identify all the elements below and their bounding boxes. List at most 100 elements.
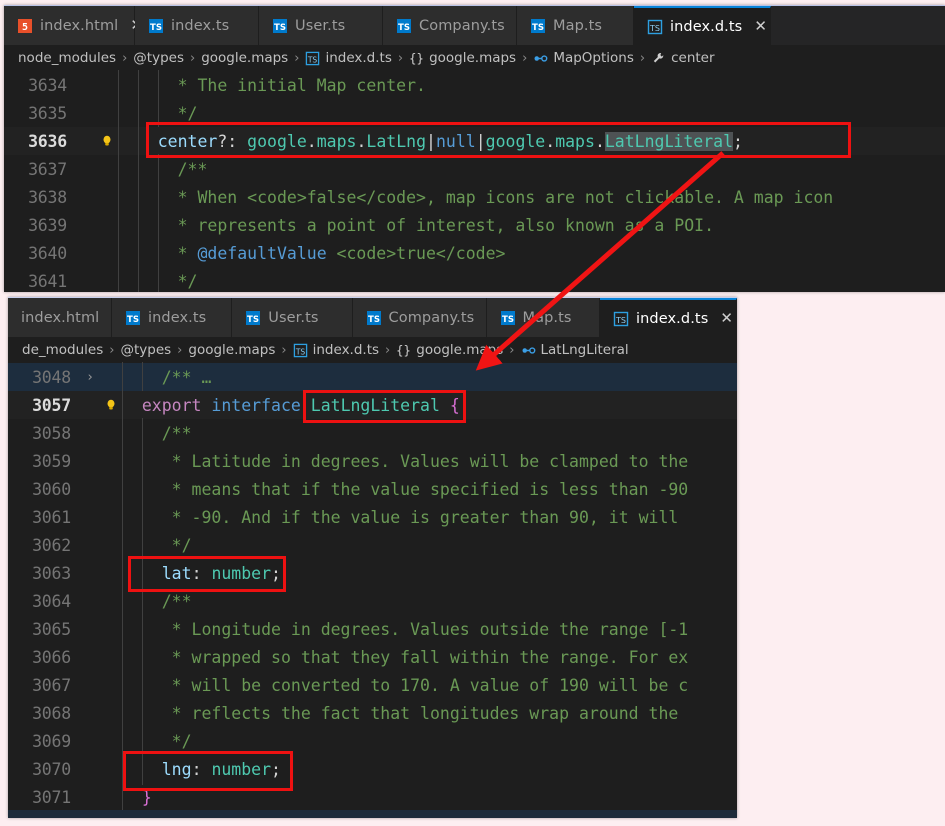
code-line[interactable]: 3639 * represents a point of interest, a… <box>4 209 945 241</box>
code-line[interactable]: 3068 * reflects the fact that longitudes… <box>8 697 737 729</box>
breadcrumb-item-indexdts[interactable]: TS index.d.ts <box>293 342 379 358</box>
breadcrumb-separator: › <box>397 50 404 66</box>
code-token: */ <box>177 103 198 123</box>
breadcrumb-item-googlemaps[interactable]: {} google.maps <box>409 50 516 66</box>
code-line[interactable]: 3060 * means that if the value specified… <box>8 473 737 505</box>
svg-text:TS: TS <box>368 315 380 325</box>
line-number: 3060 <box>32 479 71 499</box>
breadcrumb-item-googlemaps[interactable]: google.maps <box>188 342 275 358</box>
breadcrumb-item-types[interactable]: @types <box>120 342 171 358</box>
indent-guide <box>118 265 119 292</box>
tab-index-ts[interactable]: TS index.ts <box>112 298 233 337</box>
breadcrumb-item-center[interactable]: center <box>651 50 715 66</box>
breadcrumb-item-de_modules[interactable]: de_modules <box>22 342 103 358</box>
breadcrumb-label: google.maps <box>416 342 504 358</box>
code-token: . <box>306 131 317 151</box>
code-line[interactable]: 3065 * Longitude in degrees. Values outs… <box>8 613 737 645</box>
indent-guide <box>118 125 119 157</box>
code-line[interactable]: 3064 /** <box>8 585 737 617</box>
breadcrumb-item-types[interactable]: @types <box>133 50 184 66</box>
svg-text:TS: TS <box>649 24 660 33</box>
code-token: */ <box>177 271 198 291</box>
code-line[interactable]: 3048 › /** … <box>8 361 737 393</box>
code-line[interactable]: 3640 * @defaultValue <code>true</code> <box>4 237 945 269</box>
code-line[interactable]: 3641 */ <box>4 265 945 292</box>
code-token: center <box>157 131 218 151</box>
code-line[interactable]: 3069 */ <box>8 725 737 757</box>
tab-index-html[interactable]: 5index.html✕ <box>4 6 143 45</box>
code-text: export interface LatLngLiteral { <box>122 389 737 421</box>
typescript-file-icon: TS <box>125 310 141 326</box>
typescript-file-icon: TS <box>366 310 382 326</box>
indent-region <box>122 417 162 449</box>
typescript-file-icon: TS <box>530 18 546 34</box>
code-area-top[interactable]: 3634 * The initial Map center. 3635 */363… <box>4 69 945 292</box>
code-line[interactable]: 3063 lat: number; <box>8 557 737 589</box>
code-token: null <box>435 131 476 151</box>
tabbar-top: 5 index.html ✕ TS index.ts TS User.ts TS Company… <box>4 6 945 45</box>
indent-guide <box>122 781 123 813</box>
tab-label: Map.ts <box>522 309 572 326</box>
code-line[interactable]: 3634 * The initial Map center. <box>4 69 945 101</box>
code-line[interactable]: 3635 */ <box>4 97 945 129</box>
code-token: /** <box>161 423 192 443</box>
lightbulb-icon[interactable] <box>96 134 118 148</box>
close-icon[interactable]: ✕ <box>720 311 733 326</box>
code-line[interactable]: 3059 * Latitude in degrees. Values will … <box>8 445 737 477</box>
indent-region <box>118 97 178 129</box>
code-line[interactable]: 3071 } <box>8 781 737 813</box>
indent-guide <box>118 237 119 269</box>
indent-region <box>122 669 162 701</box>
indent-guide <box>141 361 143 393</box>
line-number: 3639 <box>28 215 67 235</box>
breadcrumb-item-node_modules[interactable]: node_modules <box>18 50 116 66</box>
tab-Company-ts[interactable]: TS Company.ts <box>383 6 517 45</box>
tab-User-ts[interactable]: TS User.ts <box>259 6 383 45</box>
breadcrumb-item-MapOptions[interactable]: MapOptions <box>533 50 634 66</box>
svg-text:TS: TS <box>615 316 626 325</box>
indent-guide <box>141 445 143 477</box>
breadcrumb-item-indexdts[interactable]: TS index.d.ts <box>305 50 392 66</box>
svg-text:{}: {} <box>396 343 411 357</box>
code-text: */ <box>118 97 945 129</box>
tab-index-html[interactable]: index.html <box>8 298 112 337</box>
indent-region <box>118 125 158 157</box>
tab-Company-ts[interactable]: TS Company.ts <box>352 298 487 337</box>
tab-index-d-ts[interactable]: TS index.d.ts ✕ <box>600 298 737 337</box>
tab-User-ts[interactable]: TS User.ts <box>232 298 353 337</box>
indent-region <box>118 181 178 213</box>
code-line[interactable]: 3061 * -90. And if the value is greater … <box>8 501 737 533</box>
breadcrumb-item-LatLngLiteral[interactable]: LatLngLiteral <box>521 342 629 358</box>
tab-Map-ts[interactable]: TS Map.ts <box>486 298 601 337</box>
code-line[interactable]: 3058 /** <box>8 417 737 449</box>
code-line[interactable]: 3070 lng: number; <box>8 753 737 785</box>
close-icon[interactable]: ✕ <box>754 19 767 34</box>
code-token: ; <box>271 563 281 583</box>
code-token: * <box>177 243 198 263</box>
code-text: } <box>122 781 737 813</box>
code-line[interactable]: 3637 /** <box>4 153 945 185</box>
code-line[interactable]: 3636 center?: google.maps.LatLng|null|go… <box>4 125 945 157</box>
code-token: /** <box>161 591 192 611</box>
tab-Map-ts[interactable]: TS Map.ts <box>517 6 634 45</box>
code-line[interactable]: 3638 * When <code>false</code>, map icon… <box>4 181 945 213</box>
code-text: * @defaultValue <code>true</code> <box>118 237 945 269</box>
lightbulb-icon[interactable] <box>100 398 122 412</box>
code-line[interactable]: 3062 */ <box>8 529 737 561</box>
tab-label: index.html <box>21 309 100 326</box>
svg-text:TS: TS <box>294 347 305 356</box>
breadcrumb-item-googlemaps[interactable]: google.maps <box>201 50 288 66</box>
line-number: 3638 <box>28 187 67 207</box>
code-text: * will be converted to 170. A value of 1… <box>122 669 737 701</box>
indent-guide <box>157 209 159 241</box>
code-line[interactable]: 3057 export interface LatLngLiteral { <box>8 389 737 421</box>
breadcrumb-label: google.maps <box>201 50 289 66</box>
code-line[interactable]: 3066 * wrapped so that they fall within … <box>8 641 737 673</box>
code-line[interactable]: 3067 * will be converted to 170. A value… <box>8 669 737 701</box>
code-area-bottom[interactable]: 3048 › /** … 3057 export interface LatLngL… <box>8 361 737 813</box>
fold-chevron-icon[interactable]: › <box>80 370 100 385</box>
breadcrumb-item-googlemaps[interactable]: {} google.maps <box>396 342 503 358</box>
code-token: * Longitude in degrees. Values outside t… <box>161 619 689 639</box>
tab-index-ts[interactable]: TS index.ts <box>135 6 259 45</box>
tab-index-d-ts[interactable]: TS index.d.ts ✕ <box>634 6 771 45</box>
